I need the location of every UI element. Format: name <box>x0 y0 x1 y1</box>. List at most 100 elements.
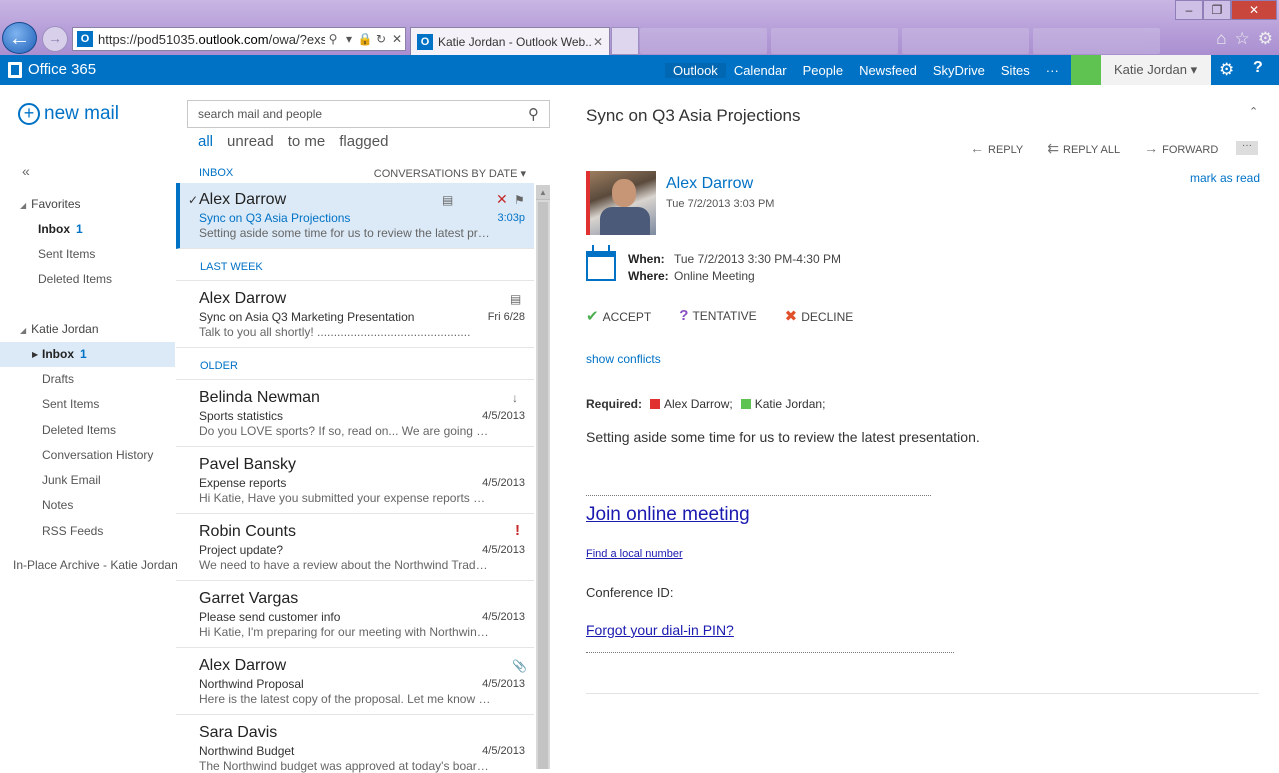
message-sender: Pavel Bansky <box>199 456 296 473</box>
favorites-star-icon[interactable]: ☆ <box>1235 29 1250 49</box>
expand-arrow-icon[interactable]: ▶ <box>32 342 38 367</box>
folder-junk-email[interactable]: Junk Email <box>0 468 175 493</box>
reply-all-button[interactable]: ⇇ REPLY ALL <box>1047 140 1120 157</box>
nav-more[interactable]: ··· <box>1038 63 1067 78</box>
settings-gear-icon[interactable]: ⚙ <box>1258 29 1273 49</box>
message-preview: We need to have a review about the North… <box>199 558 491 572</box>
back-button[interactable]: ← <box>2 22 37 54</box>
filter-all[interactable]: all <box>198 133 213 150</box>
check-icon[interactable]: ✓ <box>188 193 198 207</box>
lock-icon[interactable]: 🔒 <box>357 32 373 46</box>
url-text[interactable]: https://pod51035.outlook.com/owa/?exsvu <box>98 32 325 47</box>
fav-inbox[interactable]: Inbox 1 <box>0 217 175 242</box>
outlook-favicon-icon: O <box>77 31 93 47</box>
list-item[interactable]: Garret Vargas Please send customer info … <box>176 582 534 648</box>
find-local-number-link[interactable]: Find a local number <box>586 548 683 560</box>
favorites-header[interactable]: ◢ Favorites <box>20 197 81 211</box>
close-tab-icon[interactable]: ✕ <box>593 35 603 49</box>
new-tab-button[interactable] <box>611 27 639 55</box>
gear-icon[interactable]: ⚙ <box>1219 60 1234 80</box>
folder-inbox[interactable]: ▶ Inbox 1 <box>0 342 175 367</box>
in-place-archive[interactable]: In-Place Archive - Katie Jordan <box>13 558 178 572</box>
forgot-pin-link[interactable]: Forgot your dial-in PIN? <box>586 622 734 638</box>
scroll-up-icon[interactable]: ▲ <box>536 185 550 200</box>
delete-icon[interactable]: ✕ <box>496 191 508 208</box>
filter-flagged[interactable]: flagged <box>339 133 388 150</box>
search-input[interactable]: search mail and people ⚲ <box>187 100 550 128</box>
folder-notes[interactable]: Notes <box>0 493 175 518</box>
nav-outlook[interactable]: Outlook <box>665 62 726 78</box>
sender-avatar[interactable] <box>586 171 656 235</box>
decline-button[interactable]: ✖ DECLINE <box>785 307 854 325</box>
list-item[interactable]: Pavel Bansky Expense reports 4/5/2013 Hi… <box>176 448 534 514</box>
folder-drafts[interactable]: Drafts <box>0 367 175 392</box>
list-item[interactable]: Belinda Newman ↓ Sports statistics 4/5/2… <box>176 381 534 447</box>
attendee-color-swatch <box>650 399 661 409</box>
join-online-meeting-link[interactable]: Join online meeting <box>586 504 750 526</box>
nav-calendar[interactable]: Calendar <box>726 63 795 78</box>
collapse-pane-icon[interactable]: « <box>22 163 30 179</box>
folder-sent-items[interactable]: Sent Items <box>0 392 175 417</box>
forward-button[interactable]: → FORWARD <box>1144 140 1218 157</box>
reply-button[interactable]: ← REPLY <box>970 140 1023 157</box>
search-icon[interactable]: ⚲ <box>325 32 341 46</box>
office365-logo[interactable]: Office 365 <box>8 61 96 78</box>
help-icon[interactable]: ? <box>1253 59 1263 77</box>
list-item[interactable]: ✓ Alex Darrow ▤ ✕ ⚑ Sync on Q3 Asia Proj… <box>176 183 534 249</box>
search-icon[interactable]: ⚲ <box>528 105 539 123</box>
message-sender: Alex Darrow <box>199 290 287 307</box>
accept-button[interactable]: ✔ ACCEPT <box>586 307 651 325</box>
folder-conversation-history[interactable]: Conversation History <box>0 443 175 468</box>
presence-indicator[interactable] <box>1071 55 1101 85</box>
flag-icon[interactable]: ⚑ <box>514 193 525 207</box>
nav-skydrive[interactable]: SkyDrive <box>925 63 993 78</box>
list-scrollbar[interactable]: ▲ <box>536 185 550 769</box>
nav-newsfeed[interactable]: Newsfeed <box>851 63 925 78</box>
user-menu[interactable]: Katie Jordan ▾ <box>1101 55 1211 85</box>
meeting-where: Online Meeting <box>674 269 755 283</box>
folder-rss-feeds[interactable]: RSS Feeds <box>0 519 175 544</box>
attendee[interactable]: Katie Jordan; <box>755 397 826 411</box>
dropdown-icon[interactable]: ▾ <box>341 32 357 46</box>
collapse-up-icon[interactable]: ⌃ <box>1249 105 1258 118</box>
mark-as-read-link[interactable]: mark as read <box>1190 171 1260 185</box>
forward-button[interactable]: → <box>42 26 68 52</box>
tentative-button[interactable]: ? TENTATIVE <box>679 307 756 325</box>
nav-sites[interactable]: Sites <box>993 63 1038 78</box>
message-sender: Garret Vargas <box>199 590 299 607</box>
scroll-thumb[interactable] <box>538 202 548 769</box>
sender-name[interactable]: Alex Darrow <box>666 175 753 193</box>
conference-id-label: Conference ID: <box>586 585 674 600</box>
refresh-icon[interactable]: ↻ <box>373 32 389 46</box>
folder-pane: + new mail « ◢ Favorites Inbox 1 Sent Item… <box>0 85 178 769</box>
message-list: ✓ Alex Darrow ▤ ✕ ⚑ Sync on Q3 Asia Proj… <box>176 183 534 773</box>
new-mail-button[interactable]: + new mail <box>18 103 119 125</box>
minimize-button[interactable]: – <box>1175 0 1203 20</box>
attendee[interactable]: Alex Darrow; <box>664 397 733 411</box>
message-date: 3:03p <box>497 212 525 224</box>
folder-deleted-items[interactable]: Deleted Items <box>0 418 175 443</box>
question-icon: ? <box>679 307 689 324</box>
message-sender: Sara Davis <box>199 724 278 741</box>
message-sender: Alex Darrow <box>199 191 287 208</box>
filter-unread[interactable]: unread <box>227 133 274 150</box>
fav-deleted-items[interactable]: Deleted Items <box>0 267 175 292</box>
list-item[interactable]: Alex Darrow ▤ Sync on Asia Q3 Marketing … <box>176 282 534 348</box>
account-header[interactable]: ◢ Katie Jordan <box>20 322 99 336</box>
rsvp-bar: ✔ ACCEPT ? TENTATIVE ✖ DECLINE <box>586 307 853 325</box>
more-actions-button[interactable]: ··· <box>1236 141 1258 155</box>
list-item[interactable]: Sara Davis Northwind Budget 4/5/2013 The… <box>176 716 534 773</box>
sort-dropdown[interactable]: CONVERSATIONS BY DATE ▾ <box>374 167 526 180</box>
stop-icon[interactable]: ✕ <box>389 32 405 46</box>
close-window-button[interactable]: ✕ <box>1231 0 1277 20</box>
tab-outlook[interactable]: O Katie Jordan - Outlook Web... ✕ <box>410 27 610 55</box>
list-item[interactable]: Alex Darrow 📎 Northwind Proposal 4/5/201… <box>176 649 534 715</box>
list-item[interactable]: Robin Counts ! Project update? 4/5/2013 … <box>176 515 534 581</box>
maximize-button[interactable]: ❐ <box>1203 0 1231 20</box>
address-bar[interactable]: O https://pod51035.outlook.com/owa/?exsv… <box>72 27 406 51</box>
nav-people[interactable]: People <box>795 63 851 78</box>
filter-to-me[interactable]: to me <box>288 133 326 150</box>
show-conflicts-link[interactable]: show conflicts <box>586 352 661 366</box>
home-icon[interactable]: ⌂ <box>1216 29 1226 49</box>
fav-sent-items[interactable]: Sent Items <box>0 242 175 267</box>
